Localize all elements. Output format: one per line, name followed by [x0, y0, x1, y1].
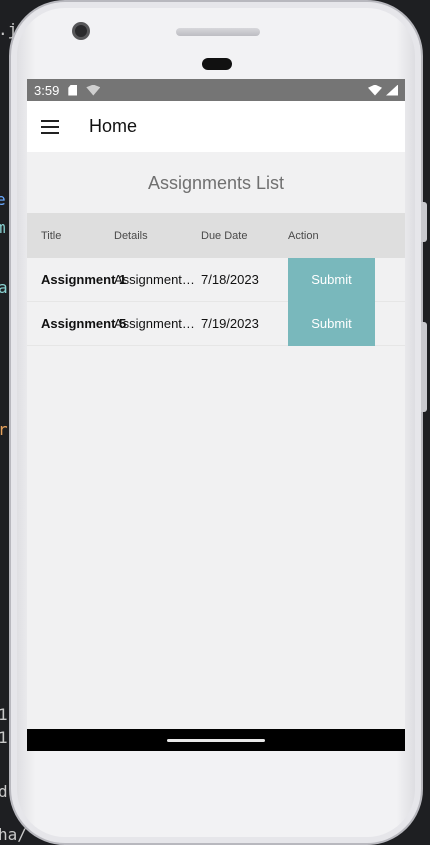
code-fragment: e — [0, 190, 6, 209]
assignments-list-heading: Assignments List — [147, 173, 285, 193]
page-title: Home — [89, 116, 138, 136]
device-screen: 3:59 Home Assignments List Title Details… — [27, 79, 405, 751]
wifi-icon — [368, 84, 382, 96]
code-fragment: 1 — [0, 728, 8, 747]
table-row: Assignment 1 Assignment… 7/18/2023 Submi… — [27, 257, 405, 302]
column-header-title: Title — [41, 229, 62, 242]
app-bar: Home — [27, 101, 405, 152]
assignment-title: Assignment 1 — [41, 272, 127, 287]
front-camera — [72, 22, 90, 40]
code-fragment: d — [0, 782, 8, 801]
assignment-due-date: 7/19/2023 — [201, 316, 259, 331]
volume-button — [421, 202, 427, 242]
status-time: 3:59 — [34, 82, 60, 98]
sd-card-icon — [68, 84, 78, 96]
submit-button[interactable]: Submit — [288, 257, 375, 302]
proximity-sensor — [202, 58, 232, 70]
status-bar: 3:59 — [27, 79, 405, 101]
code-fragment: r — [0, 420, 8, 439]
assignment-title: Assignment 5 — [41, 316, 127, 331]
hamburger-menu-icon[interactable] — [41, 119, 59, 134]
code-fragment: a — [0, 278, 8, 297]
table-header-row: Title Details Due Date Action — [27, 213, 405, 258]
assignment-due-date: 7/18/2023 — [201, 272, 259, 287]
signal-icon — [386, 84, 398, 96]
submit-button[interactable]: Submit — [288, 301, 375, 346]
system-navigation-bar — [27, 729, 405, 751]
power-button — [421, 322, 427, 412]
table-row: Assignment 5 Assignment… 7/19/2023 Submi… — [27, 301, 405, 346]
column-header-due-date: Due Date — [201, 229, 248, 242]
column-header-action: Action — [288, 229, 319, 242]
code-fragment: ha/ — [0, 825, 27, 844]
code-fragment: 1 — [0, 705, 8, 724]
assignment-details: Assignment… — [114, 316, 195, 331]
assignment-details: Assignment… — [114, 272, 195, 287]
code-fragment: m — [0, 218, 6, 237]
home-gesture-handle[interactable] — [167, 738, 265, 742]
column-header-details: Details — [114, 229, 148, 242]
earpiece-speaker — [176, 28, 260, 36]
wifi-off-icon — [86, 84, 101, 96]
